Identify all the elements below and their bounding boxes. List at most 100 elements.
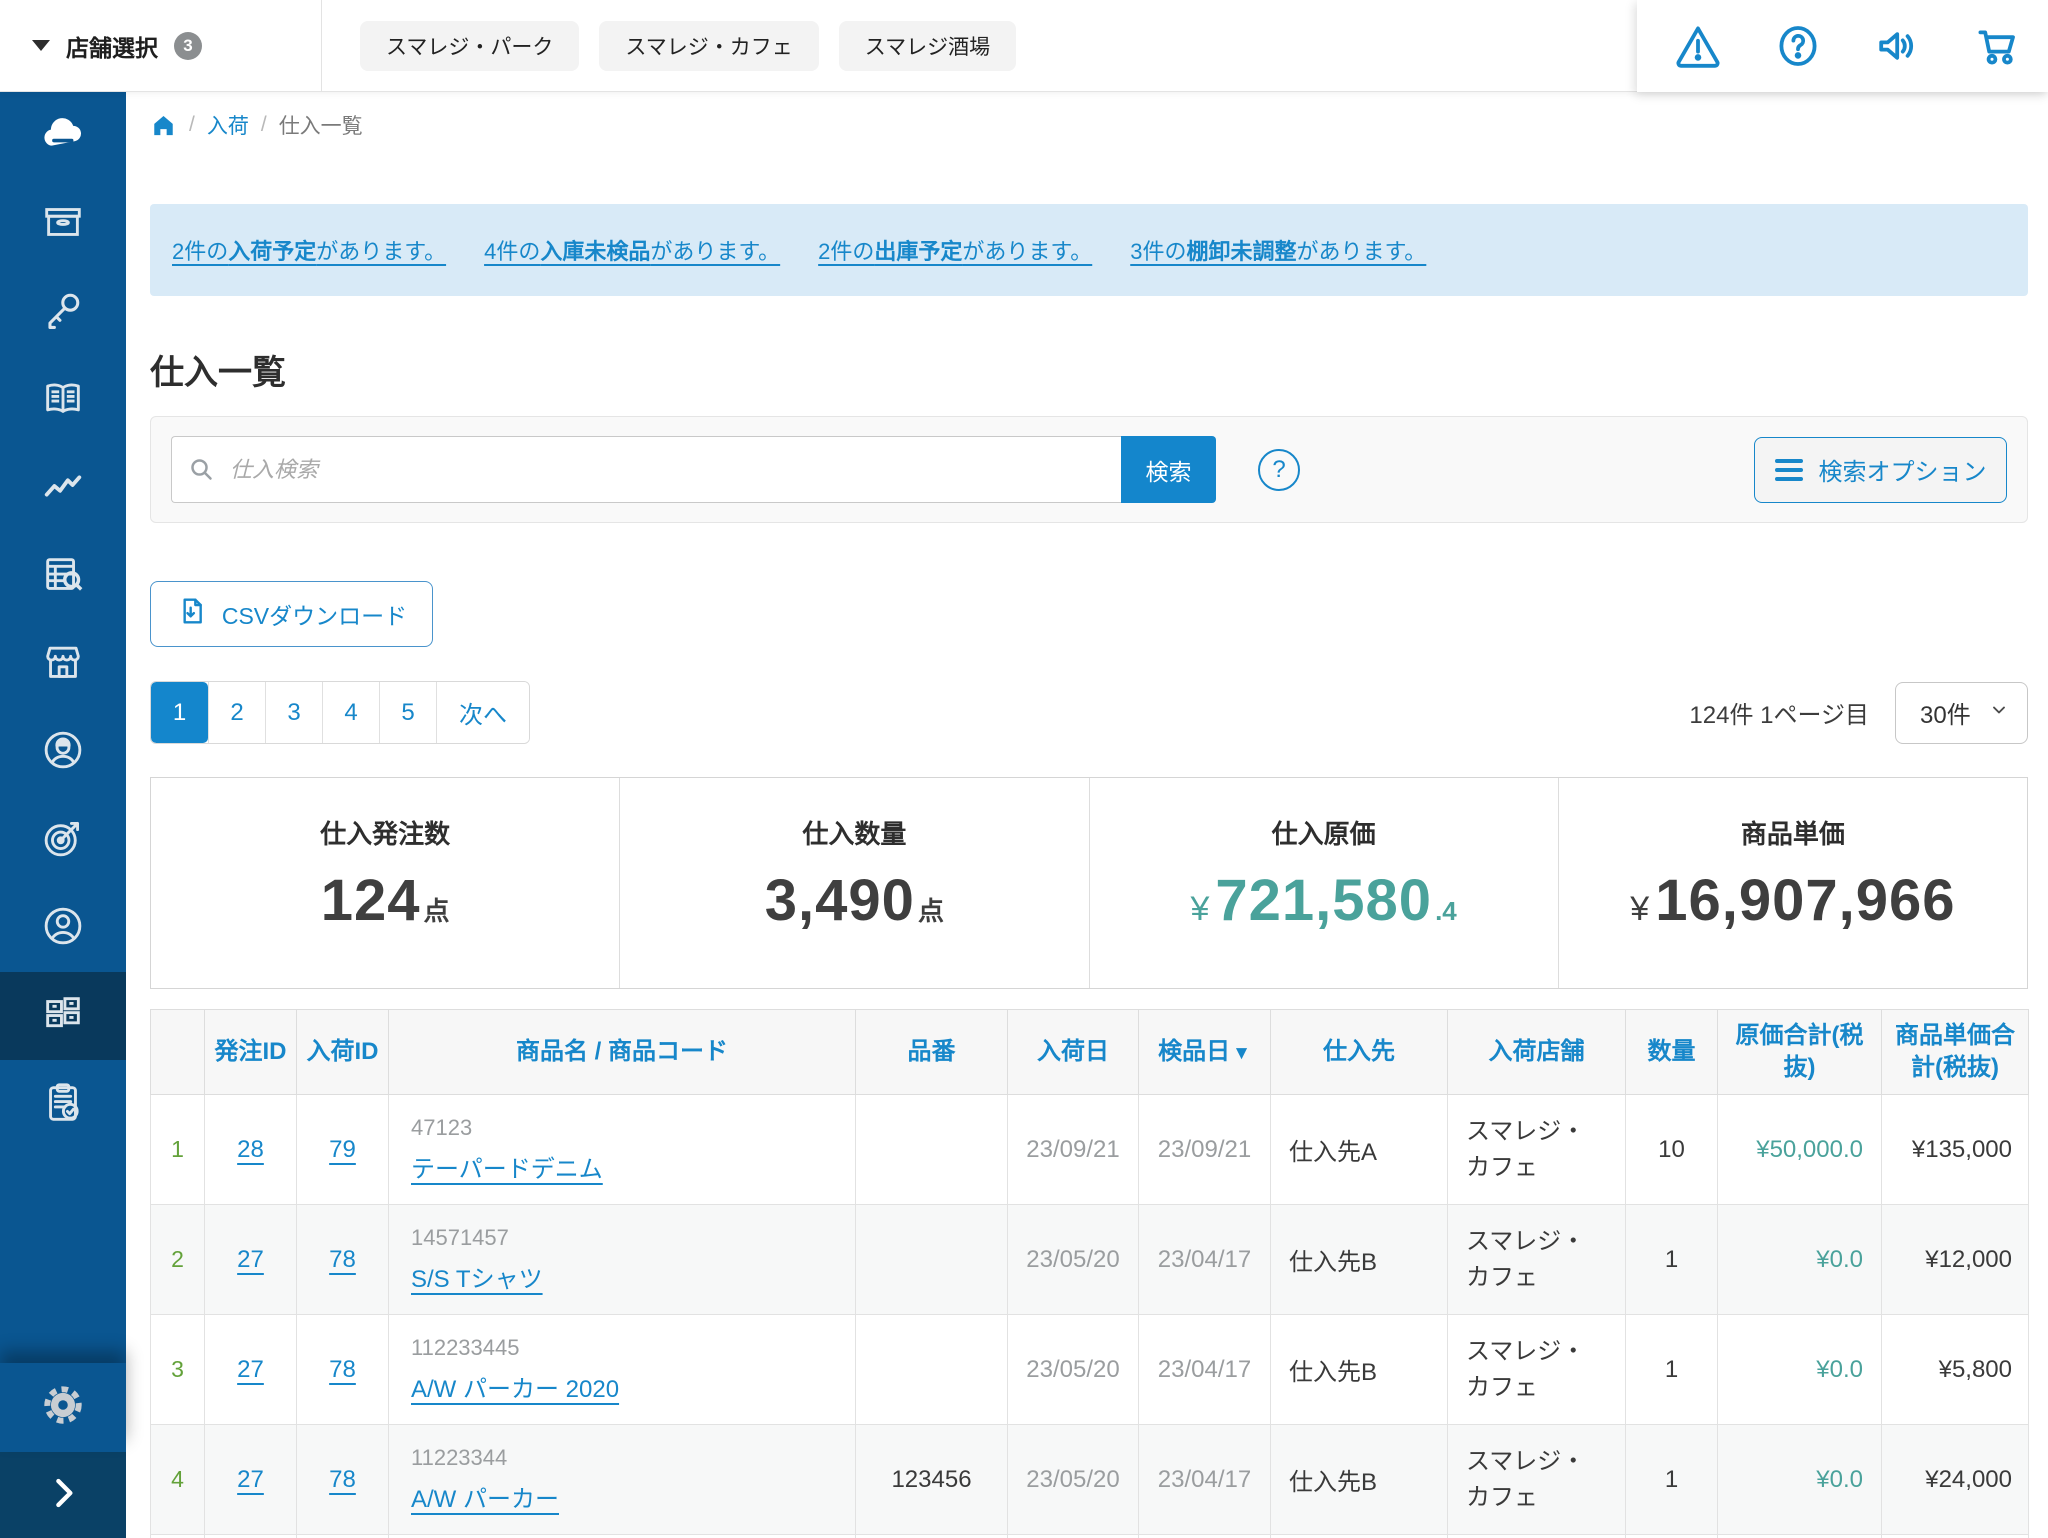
sidebar-item-inventory[interactable] xyxy=(0,972,126,1060)
cell-qty: 1 xyxy=(1626,1425,1718,1535)
page-button-5[interactable]: 5 xyxy=(379,682,436,743)
cell-num: 3 xyxy=(151,1315,205,1425)
box-icon xyxy=(40,199,86,250)
page-button-2[interactable]: 2 xyxy=(208,682,265,743)
sidebar-item-stocktake[interactable] xyxy=(0,1060,126,1148)
column-header[interactable]: 入荷店舗 xyxy=(1448,1010,1626,1095)
order-id-link[interactable]: 28 xyxy=(237,1136,264,1163)
sidebar-item-reports[interactable] xyxy=(0,532,126,620)
cell-cost_total: ¥0.0 xyxy=(1718,1425,1882,1535)
order-id-link[interactable]: 27 xyxy=(237,1356,264,1383)
announcement-icon[interactable] xyxy=(1874,22,1922,70)
notification-link[interactable]: 2件の入荷予定があります。 xyxy=(172,234,446,266)
store-chip[interactable]: スマレジ酒場 xyxy=(839,21,1016,71)
product-link[interactable]: A/W パーカー 2020 xyxy=(411,1376,619,1403)
store-chip[interactable]: スマレジ・パーク xyxy=(360,21,579,71)
cell-num: 2 xyxy=(151,1205,205,1315)
page-button-1[interactable]: 1 xyxy=(151,682,208,743)
help-icon[interactable] xyxy=(1774,22,1822,70)
cell-order_id: 27 xyxy=(205,1205,297,1315)
sidebar-item-permissions[interactable] xyxy=(0,268,126,356)
notification-link[interactable]: 2件の出庫予定があります。 xyxy=(818,234,1092,266)
cell-unit_total: ¥5,800 xyxy=(1882,1315,2029,1425)
arrival-id-link[interactable]: 78 xyxy=(329,1466,356,1493)
sidebar-item-targets[interactable] xyxy=(0,796,126,884)
stat-label: 商品単価 xyxy=(1741,814,1845,851)
book-icon xyxy=(40,375,86,426)
cell-product: 11223344A/W パーカー xyxy=(389,1425,856,1535)
sidebar-item-customers[interactable] xyxy=(0,884,126,972)
stat-card: 商品単価¥16,907,966 xyxy=(1559,778,2027,988)
stat-label: 仕入数量 xyxy=(802,814,906,851)
cell-unit_total: ¥135,000 xyxy=(1882,1095,2029,1205)
product-link[interactable]: S/S Tシャツ xyxy=(411,1266,543,1293)
sidebar-item-analytics[interactable] xyxy=(0,444,126,532)
order-id-link[interactable]: 27 xyxy=(237,1246,264,1273)
cell-arrival_date: 23/05/20 xyxy=(1008,1315,1139,1425)
sidebar-expand-button[interactable] xyxy=(0,1452,126,1538)
per-page-select[interactable]: 30件 xyxy=(1895,682,2028,744)
chevron-down-icon xyxy=(1989,699,2009,727)
cell-product xyxy=(389,1535,856,1538)
product-link[interactable]: A/W パーカー xyxy=(411,1486,559,1513)
cell-store: スマレジ・カフェ xyxy=(1448,1205,1626,1315)
store-chips: スマレジ・パークスマレジ・カフェスマレジ酒場 xyxy=(360,21,1016,71)
sidebar-item-stores[interactable] xyxy=(0,620,126,708)
arrival-id-link[interactable]: 78 xyxy=(329,1246,356,1273)
sidebar-item-staff[interactable] xyxy=(0,708,126,796)
hamburger-icon xyxy=(1775,459,1803,481)
cart-icon[interactable] xyxy=(1974,22,2022,70)
column-header[interactable]: 入荷ID xyxy=(297,1010,389,1095)
cell-supplier: 仕入先A xyxy=(1271,1095,1448,1205)
store-chip[interactable]: スマレジ・カフェ xyxy=(599,21,818,71)
column-header[interactable]: 原価合計(税抜) xyxy=(1718,1010,1882,1095)
column-header[interactable]: 入荷日 xyxy=(1008,1010,1139,1095)
cell-inspection_date: 23/09/21 xyxy=(1139,1095,1271,1205)
column-header[interactable]: 商品名 / 商品コード xyxy=(389,1010,856,1095)
search-input[interactable] xyxy=(171,436,1121,503)
notification-link[interactable]: 3件の棚卸未調整があります。 xyxy=(1130,234,1426,266)
product-link[interactable]: テーパードデニム xyxy=(411,1156,603,1183)
column-header[interactable]: 商品単価合計(税抜) xyxy=(1882,1010,2029,1095)
search-help-icon[interactable]: ? xyxy=(1258,449,1300,491)
column-header[interactable]: 発注ID xyxy=(205,1010,297,1095)
arrival-id-link[interactable]: 78 xyxy=(329,1356,356,1383)
cell-order_id: 27 xyxy=(205,1425,297,1535)
settings-button[interactable] xyxy=(0,1363,126,1452)
product-code: 47123 xyxy=(411,1115,847,1141)
breadcrumb-current: 仕入一覧 xyxy=(279,110,363,140)
cell-supplier: 仕入先B xyxy=(1271,1425,1448,1535)
table-row: 32778112233445A/W パーカー 202023/05/2023/04… xyxy=(151,1315,2029,1425)
product-code: 14571457 xyxy=(411,1225,847,1251)
search-button[interactable]: 検索 xyxy=(1121,436,1216,503)
stock-shelves-icon xyxy=(40,991,86,1042)
column-header[interactable]: 品番 xyxy=(856,1010,1008,1095)
breadcrumb: / 入荷 / 仕入一覧 xyxy=(150,110,2028,140)
alert-icon[interactable] xyxy=(1674,22,1722,70)
search-icon xyxy=(187,455,217,490)
order-id-link[interactable]: 27 xyxy=(237,1466,264,1493)
search-options-button[interactable]: 検索オプション xyxy=(1754,437,2007,503)
arrival-id-link[interactable]: 79 xyxy=(329,1136,356,1163)
caret-down-icon xyxy=(32,40,50,51)
sidebar-item-home[interactable] xyxy=(0,92,126,180)
sidebar-item-ledger[interactable] xyxy=(0,356,126,444)
stat-label: 仕入発注数 xyxy=(320,814,450,851)
column-header[interactable] xyxy=(151,1010,205,1095)
breadcrumb-section-link[interactable]: 入荷 xyxy=(207,110,249,140)
page-button-3[interactable]: 3 xyxy=(265,682,322,743)
column-header[interactable]: 検品日▼ xyxy=(1139,1010,1271,1095)
breadcrumb-home-link[interactable] xyxy=(150,112,177,139)
store-selector[interactable]: 店舗選択 3 xyxy=(0,0,322,92)
notification-bar: 2件の入荷予定があります。 4件の入庫未検品があります。 2件の出庫予定があります。… xyxy=(150,204,2028,296)
page-button-4[interactable]: 4 xyxy=(322,682,379,743)
gear-icon xyxy=(40,1382,86,1433)
notification-link[interactable]: 4件の入庫未検品があります。 xyxy=(484,234,780,266)
csv-download-button[interactable]: CSVダウンロード xyxy=(150,581,433,647)
sidebar-item-products[interactable] xyxy=(0,180,126,268)
table-row: 2277814571457S/S Tシャツ23/05/2023/04/17仕入先… xyxy=(151,1205,2029,1315)
cell-arrival_date: 23/09/21 xyxy=(1008,1095,1139,1205)
column-header[interactable]: 仕入先 xyxy=(1271,1010,1448,1095)
next-page-button[interactable]: 次へ xyxy=(436,682,529,743)
column-header[interactable]: 数量 xyxy=(1626,1010,1718,1095)
